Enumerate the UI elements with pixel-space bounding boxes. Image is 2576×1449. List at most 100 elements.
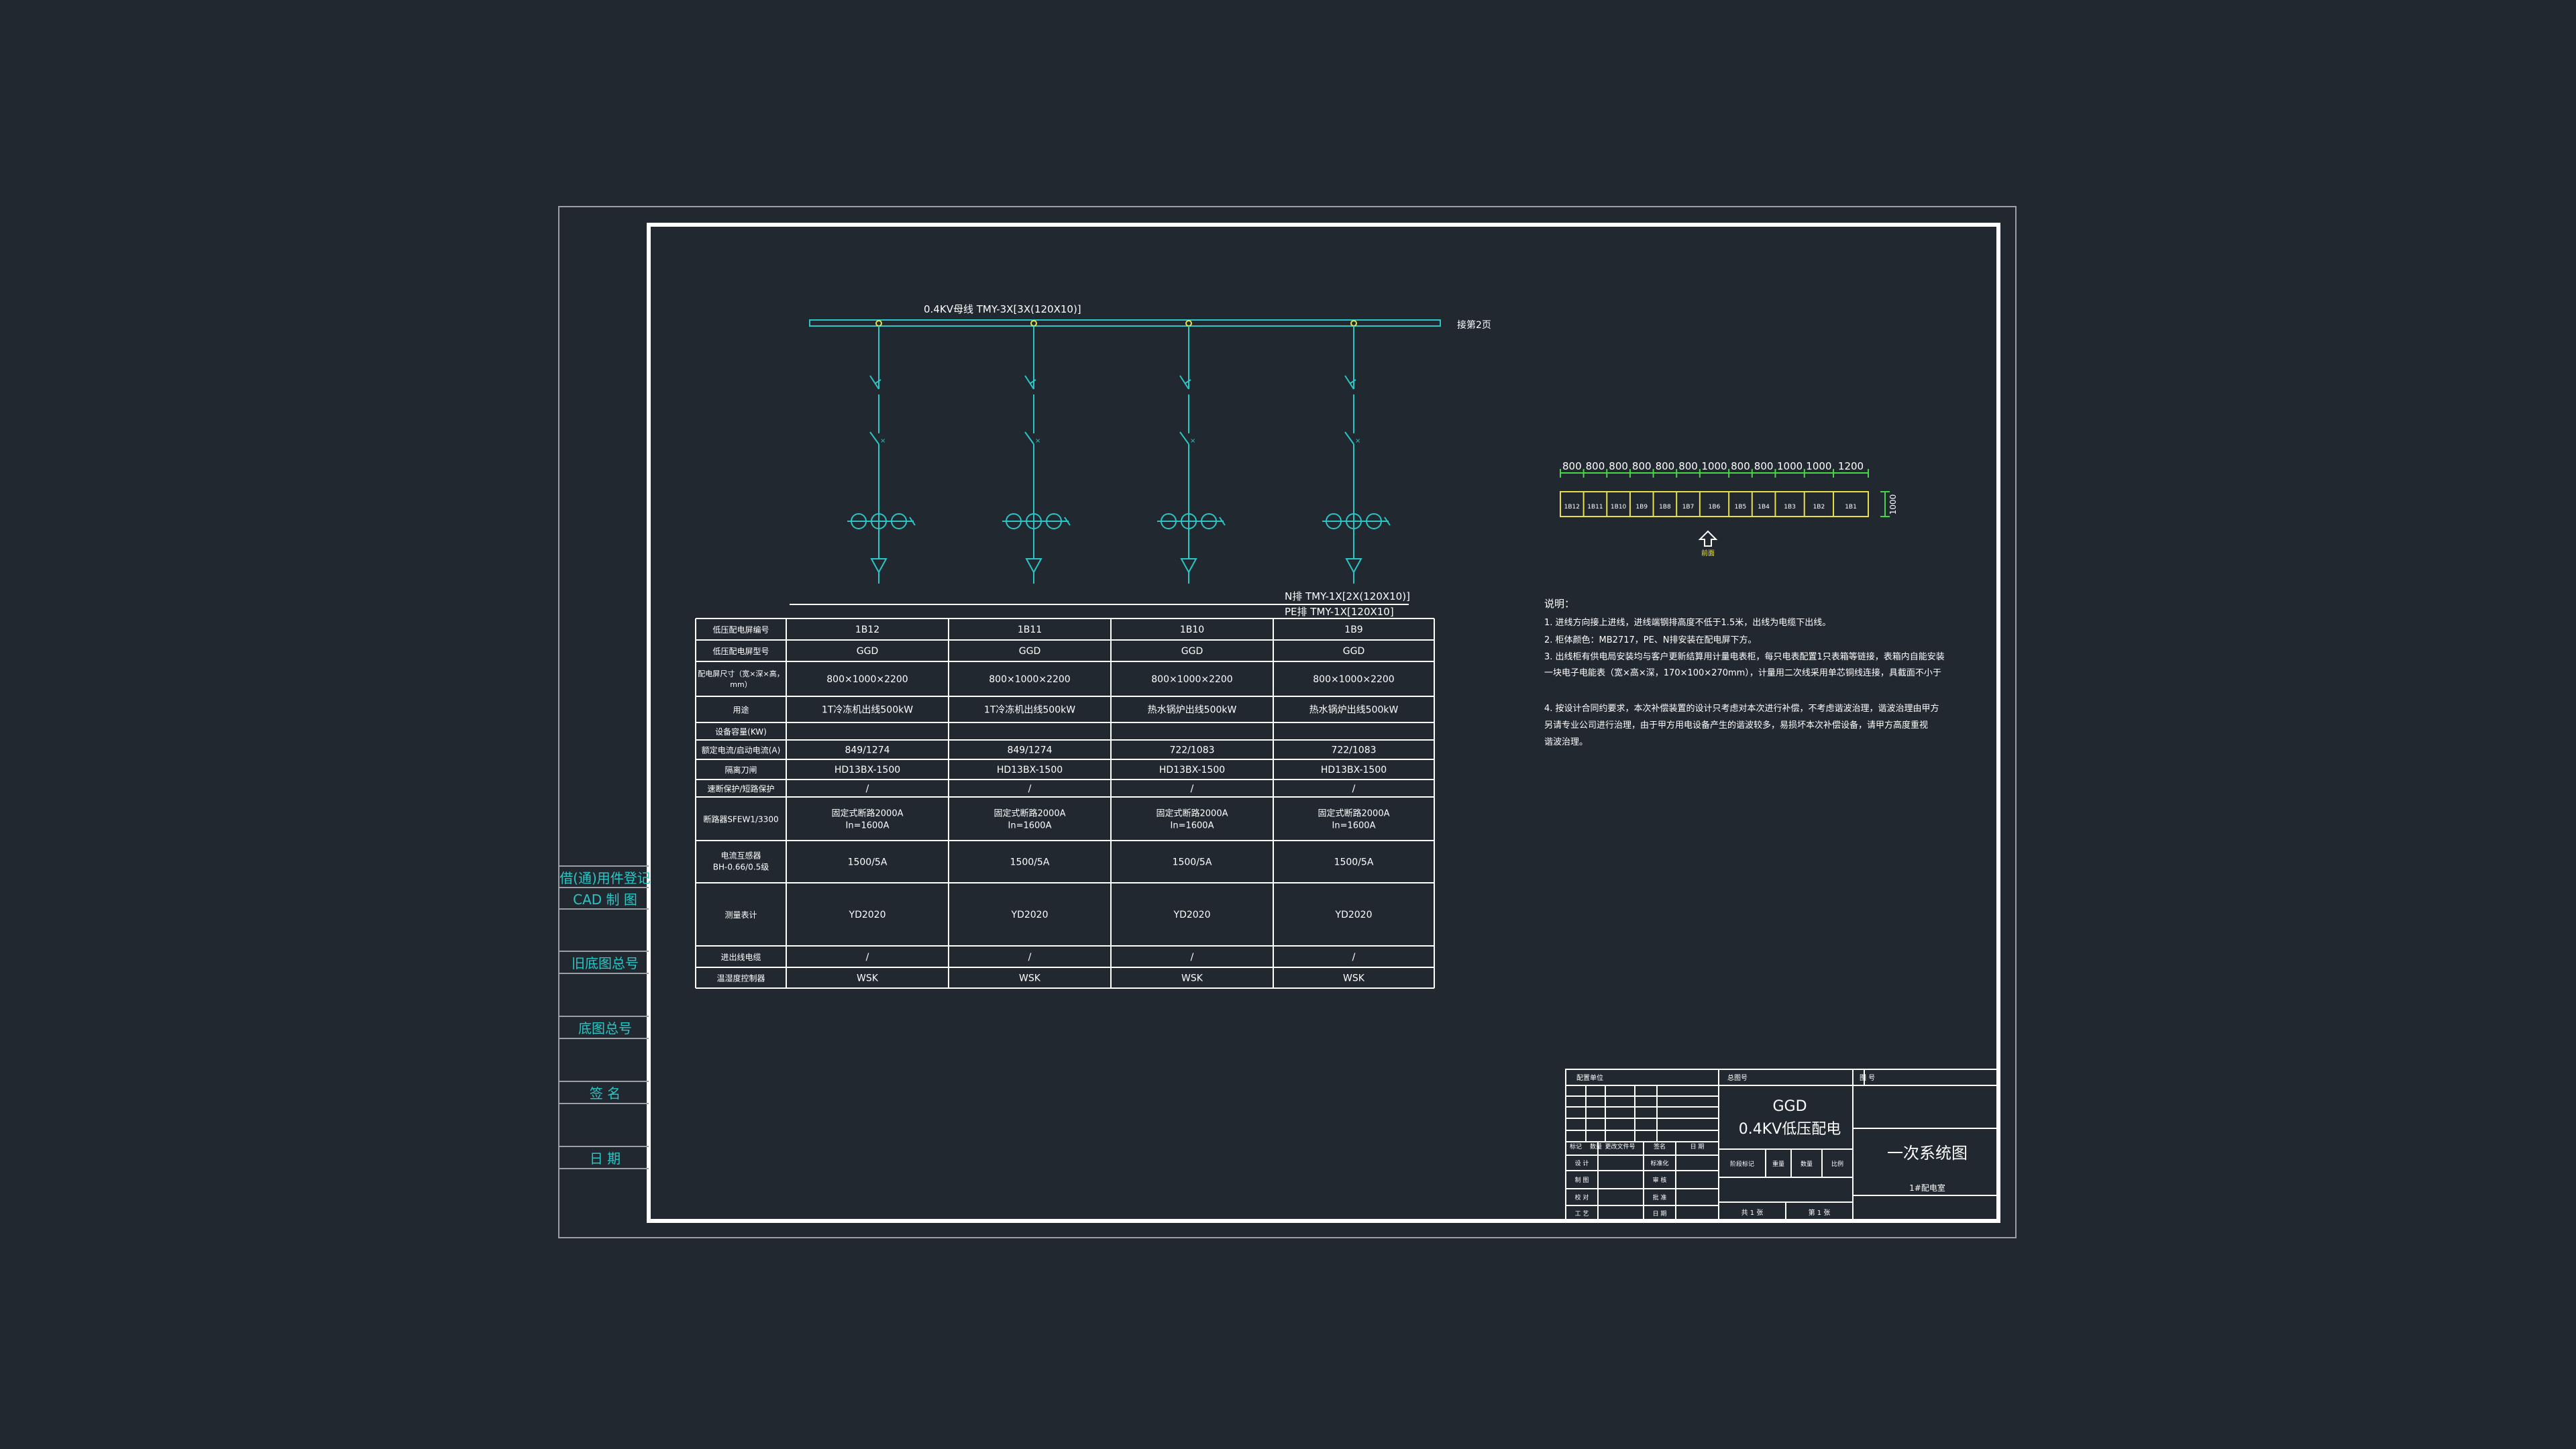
breaker-mark: × [880,437,885,445]
table-cell: GGD [857,646,878,657]
tb-header-change: 更改文件号 [1605,1142,1635,1150]
table-row-header: 隔离刀闸 [724,765,757,775]
table-row-header: 设备容量(KW) [715,727,767,737]
table-cell: 固定式断路2000A [1318,808,1390,819]
table-cell: 722/1083 [1331,745,1376,756]
tb-ref-label: 总图号 [1727,1073,1748,1082]
table-cell: GGD [1343,646,1364,657]
table-cell: 1500/5A [848,857,888,868]
table-cell: GGD [1019,646,1040,657]
note-line-5: 4. 按设计合同约要求，本次补偿装置的设计只考虑对本次进行补偿，不考虑谐波治理，… [1544,703,1939,714]
panel-label: 1B8 [1659,504,1671,511]
panel-layout-plan: 800 1B12 800 1B11 800 1B10 800 1B9 800 1B8 800 1B7 1… [1560,460,1898,557]
cable-terminal [1345,558,1362,574]
note-line-7: 谐波治理。 [1544,737,1588,747]
side-label-cad: CAD 制 图 [573,892,637,908]
dimension-label: 800 [1656,460,1675,472]
table-cell: YD2020 [1011,910,1049,920]
feeder-3: × [1157,320,1226,584]
table-cell: 1B10 [1180,625,1204,635]
tb-row-review: 审 核 [1653,1176,1667,1184]
side-label-base-drawing: 底图总号 [578,1020,632,1036]
notes-title: 说明： [1544,598,1574,610]
dimension-label: 800 [1562,460,1582,472]
cable-terminal [870,558,888,574]
breaker-blade [1179,431,1189,445]
table-cell: HD13BX-1500 [1321,765,1387,775]
table-cell: WSK [857,973,879,984]
table-cell: 1T冷冻机出线500kW [984,704,1075,716]
table-cell: / [1191,784,1194,794]
bus-tap-node [1030,320,1037,327]
table-cell: / [866,952,869,963]
breaker-mark: × [1355,437,1360,445]
table-cell: 800×1000×2200 [1313,674,1394,685]
dimension-label: 800 [1754,460,1774,472]
table-cell: 800×1000×2200 [1151,674,1232,685]
tb-row-approve: 批 准 [1653,1193,1667,1201]
bus-side-label: 接第2页 [1457,319,1491,331]
table-cell: 800×1000×2200 [826,674,908,685]
tb-sheet-label: 图 号 [1860,1074,1875,1082]
table-row-header: 测量表计 [724,910,757,920]
tb-drawing-no: 1#配电室 [1909,1183,1945,1193]
note-line-6: 另请专业公司进行治理，由于甲方用电设备产生的谐波较多，易损坏本次补偿设备，请甲方… [1544,720,1928,731]
tb-row-drawing: 制 图 [1575,1176,1589,1184]
tb-row-date: 日 期 [1653,1210,1667,1218]
feeder-2: × [1002,320,1071,584]
panel-label: 1B7 [1682,504,1695,511]
note-line-2: 2. 柜体颜色：MB2717，PE、N排安装在配电屏下方。 [1544,635,1757,645]
tb-row-design: 设 计 [1575,1159,1589,1167]
table-cell: 热水锅炉出线500kW [1309,705,1399,716]
feeder-1: × [847,320,916,584]
side-block: 借(通)用件登记 CAD 制 图 旧底图总号 底图总号 签 名 日 期 [559,865,651,1169]
table-cell: 固定式断路2000A [994,808,1066,819]
dimension-label: 800 [1609,460,1628,472]
table-cell: / [1352,784,1356,794]
table-row-header: 用途 [733,705,749,715]
panel-label: 1B6 [1709,504,1721,511]
table-cell: HD13BX-1500 [997,765,1063,775]
depth-label: 1000 [1888,494,1898,515]
table-cell: GGD [1181,646,1203,657]
tb-header-qty: 数量 [1590,1142,1602,1150]
table-cell: HD13BX-1500 [835,765,900,775]
bus-tap-node [1350,320,1357,327]
tb-project-line2: 0.4KV低压配电 [1739,1121,1841,1138]
panel-schedule-table: 低压配电屏编号低压配电屏型号配电屏尺寸（宽×深×高， mm） 用途设备容量(KW) 额… [695,618,1435,989]
side-label-old-drawing: 旧底图总号 [572,955,639,971]
tb-row-check: 校 对 [1575,1193,1589,1201]
panel-label: 1B12 [1564,504,1580,511]
tb-drawing-title: 一次系统图 [1887,1144,1968,1163]
tb-stage-scale: 比例 [1831,1160,1843,1168]
tb-header-sign: 签名 [1654,1142,1666,1150]
panel-label: 1B11 [1587,504,1603,511]
table-cell: 1B11 [1018,625,1042,635]
dimension-label: 800 [1731,460,1750,472]
isolator-switch-mark [1349,379,1356,384]
neutral-pe-block: N排 TMY-1X[2X(120X10)] PE排 TMY-1X[120X10] [790,590,1410,618]
panel-label: 1B10 [1611,504,1627,511]
table-cell: 1B12 [855,625,879,635]
table-cell: / [1028,784,1032,794]
table-cell: YD2020 [849,910,886,920]
table-row-header: BH-0.66/0.5级 [713,863,769,872]
table-cell: HD13BX-1500 [1159,765,1225,775]
busbar: 0.4KV母线 TMY-3X[3X(120X10)] 接第2页 [809,303,1491,331]
dimension-label: 800 [1632,460,1652,472]
table-cell: 1B9 [1344,625,1362,635]
table-cell: YD2020 [1335,910,1373,920]
table-cell: 849/1274 [1007,745,1052,756]
table-cell: 热水锅炉出线500kW [1148,705,1237,716]
table-cell: 722/1083 [1169,745,1214,756]
breaker-blade [869,431,879,445]
breaker-blade [1344,431,1354,445]
table-row-header: 进出线电缆 [720,953,761,962]
feeder-4: × [1322,320,1391,584]
table-row-header: 电流互感器 [720,851,761,861]
feeder-circuits: × × × × [847,320,1391,584]
table-cell: 849/1274 [845,745,890,756]
table-cell: 1T冷冻机出线500kW [822,704,913,716]
table-row-header: 温湿度控制器 [716,973,765,983]
table-cell: 固定式断路2000A [1157,808,1228,819]
